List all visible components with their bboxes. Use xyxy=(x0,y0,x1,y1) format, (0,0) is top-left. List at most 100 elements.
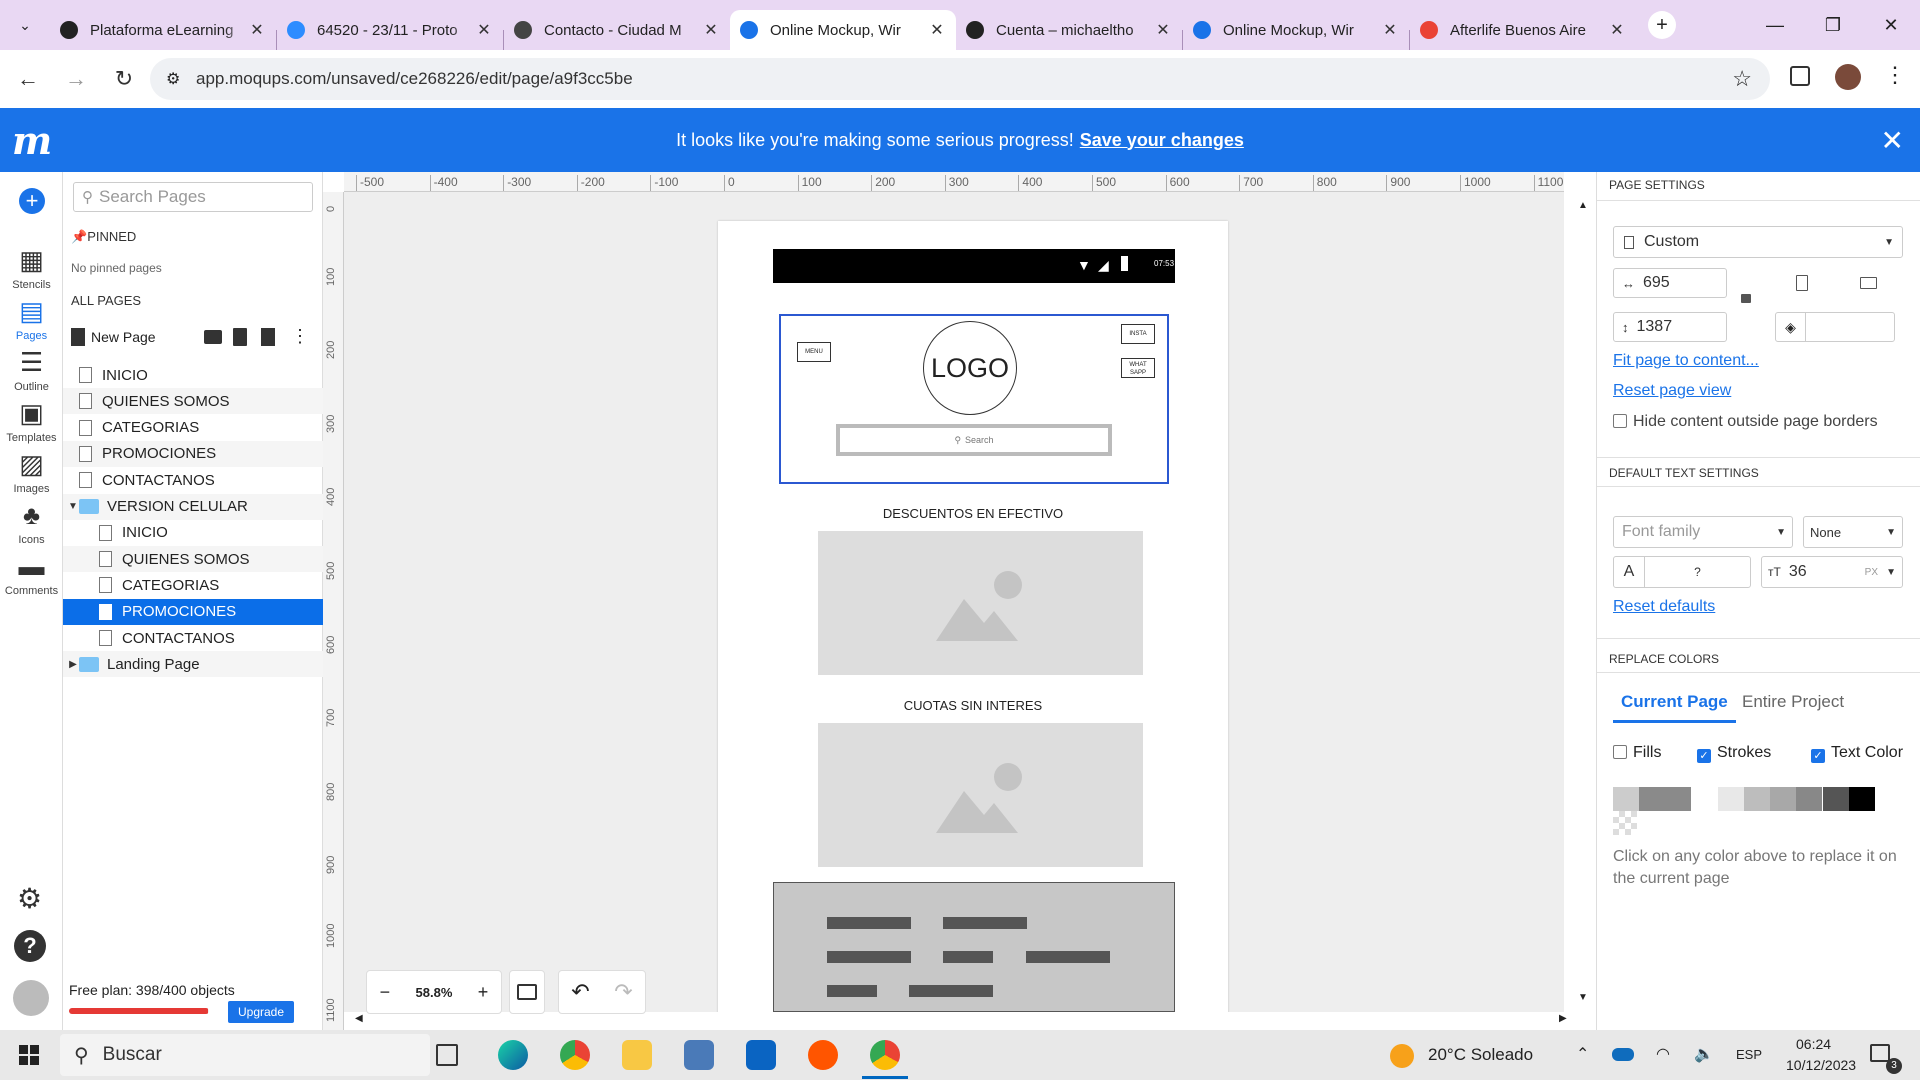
text-color-field[interactable]: A ? xyxy=(1613,556,1751,588)
whatsapp-button[interactable]: WHAT SAPP xyxy=(1121,358,1155,378)
url-text[interactable]: app.moqups.com/unsaved/ce268226/edit/pag… xyxy=(196,69,633,89)
maximize-button[interactable]: ❐ xyxy=(1804,0,1862,50)
omnibox[interactable]: ⚙ app.moqups.com/unsaved/ce268226/edit/p… xyxy=(150,58,1770,100)
browser-tab[interactable]: 64520 - 23/11 - Proto ✕ xyxy=(277,10,503,50)
page-tree-item[interactable]: ▼ VERSION CELULAR xyxy=(63,493,323,520)
browser-tab[interactable]: Online Mockup, Wir ✕ xyxy=(730,10,956,50)
browser-tab[interactable]: Contacto - Ciudad M ✕ xyxy=(504,10,730,50)
font-family-select[interactable]: Font family ▼ xyxy=(1613,516,1793,548)
site-info-icon[interactable]: ⚙ xyxy=(166,69,180,89)
phone-status-bar[interactable]: ▼ ◢ 07:53 xyxy=(773,249,1175,283)
color-swatch[interactable] xyxy=(1796,787,1823,811)
calculator-icon[interactable] xyxy=(684,1040,714,1070)
landscape-icon[interactable] xyxy=(1841,267,1895,299)
tab-close-icon[interactable]: ✕ xyxy=(1381,20,1399,40)
font-style-select[interactable]: None ▼ xyxy=(1803,516,1903,548)
minimize-button[interactable]: — xyxy=(1746,0,1804,50)
close-window-button[interactable]: ✕ xyxy=(1862,0,1920,50)
clock-date[interactable]: 10/12/2023 xyxy=(1786,1057,1856,1073)
reload-button[interactable]: ↻ xyxy=(104,59,144,99)
scroll-left-arrow[interactable]: ◀ xyxy=(355,1013,363,1024)
tab-close-icon[interactable]: ✕ xyxy=(1154,20,1172,40)
rail-pages[interactable]: ▤ Pages xyxy=(0,296,63,342)
color-swatch[interactable] xyxy=(1691,787,1718,811)
insta-button[interactable]: INSTA xyxy=(1121,324,1155,344)
task-view-icon[interactable] xyxy=(436,1044,458,1066)
hide-outside-checkbox[interactable]: Hide content outside page borders xyxy=(1613,413,1878,431)
new-tab-button[interactable]: + xyxy=(1648,11,1676,39)
color-swatch[interactable] xyxy=(1744,787,1770,811)
browser-tab[interactable]: Cuenta – michaeltho ✕ xyxy=(956,10,1182,50)
moqups-logo[interactable]: m xyxy=(12,118,52,163)
settings-icon[interactable]: ⚙ xyxy=(17,882,42,915)
new-page-button[interactable]: New Page xyxy=(71,328,156,346)
reset-page-view-link[interactable]: Reset page view xyxy=(1613,382,1731,400)
add-icon[interactable]: + xyxy=(19,188,45,214)
color-swatch[interactable] xyxy=(1717,787,1744,811)
color-swatch[interactable] xyxy=(1613,787,1639,811)
font-size-field[interactable]: ᴛT 36 PX ▼ xyxy=(1761,556,1903,588)
page-tree-item[interactable]: QUIENES SOMOS xyxy=(63,546,323,573)
rail-icons[interactable]: ♣ Icons xyxy=(0,500,63,546)
volume-icon[interactable]: 🔈 xyxy=(1694,1044,1714,1064)
browser-tab[interactable]: Plataforma eLearning ✕ xyxy=(50,10,276,50)
portrait-icon[interactable] xyxy=(1775,267,1829,299)
edge-icon[interactable] xyxy=(498,1040,528,1070)
image-placeholder-2[interactable] xyxy=(818,723,1143,867)
user-avatar[interactable] xyxy=(13,980,49,1016)
canvas[interactable]: ▼ ◢ 07:53 MENU LOGO INSTA WHAT SAPP ⚲ Sea… xyxy=(344,192,1564,1012)
page-tree-item[interactable]: CONTACTANOS xyxy=(63,467,323,493)
color-swatch[interactable] xyxy=(1770,787,1797,811)
zoom-out-button[interactable]: − xyxy=(380,982,391,1003)
page-tree-item[interactable]: CATEGORIAS xyxy=(63,572,323,598)
rail-outline[interactable]: ☰ Outline xyxy=(0,347,63,393)
notifications-icon[interactable] xyxy=(1870,1044,1890,1062)
upgrade-button[interactable]: Upgrade xyxy=(228,1001,294,1023)
page-tree-item[interactable]: CATEGORIAS xyxy=(63,415,323,441)
color-swatch[interactable] xyxy=(1848,787,1875,811)
onedrive-icon[interactable] xyxy=(1612,1048,1634,1061)
tab-close-icon[interactable]: ✕ xyxy=(475,20,493,40)
page-tree-item[interactable]: CONTACTANOS xyxy=(63,625,323,651)
more-options-icon[interactable]: ⋮ xyxy=(291,326,309,347)
page-tree-item[interactable]: QUIENES SOMOS xyxy=(63,388,323,415)
page-tree-item[interactable]: INICIO xyxy=(63,520,323,546)
footer-block[interactable] xyxy=(773,882,1175,1012)
section-title-cuotas[interactable]: CUOTAS SIN INTERES xyxy=(718,698,1228,713)
menu-button[interactable]: MENU xyxy=(797,342,831,362)
logo-circle[interactable]: LOGO xyxy=(923,321,1017,415)
browser-tab[interactable]: Afterlife Buenos Aire ✕ xyxy=(1410,10,1636,50)
sidepanel-icon[interactable] xyxy=(1790,66,1810,86)
browser-menu-icon[interactable]: ⋮ xyxy=(1884,62,1906,88)
zoom-level[interactable]: 58.8% xyxy=(416,985,453,1000)
mockup-search-field[interactable]: ⚲ Search xyxy=(836,424,1112,456)
tab-close-icon[interactable]: ✕ xyxy=(928,20,946,40)
tab-list-button[interactable]: ⌄ xyxy=(0,17,50,34)
image-placeholder-1[interactable] xyxy=(818,531,1143,675)
profile-avatar[interactable] xyxy=(1835,64,1861,90)
fill-color-picker[interactable]: ◈ xyxy=(1775,312,1895,342)
page-tree-item[interactable]: PROMOCIONES xyxy=(63,440,323,467)
tab-current-page[interactable]: Current Page xyxy=(1613,692,1736,723)
page-size-select[interactable]: Custom ▼ xyxy=(1613,226,1903,258)
expand-down-icon[interactable]: ▼ xyxy=(67,501,79,512)
browser-tab[interactable]: Online Mockup, Wir ✕ xyxy=(1183,10,1409,50)
rail-comments[interactable]: ▬ Comments xyxy=(0,551,63,597)
duplicate-icon[interactable] xyxy=(261,328,275,346)
rail-templates[interactable]: ▣ Templates xyxy=(0,398,63,444)
close-icon[interactable]: ✕ xyxy=(1881,124,1904,157)
chrome-icon[interactable] xyxy=(560,1040,590,1070)
undo-icon[interactable]: ↶ xyxy=(571,979,589,1005)
weather-text[interactable]: 20°C Soleado xyxy=(1428,1045,1533,1065)
soundcloud-icon[interactable] xyxy=(808,1040,838,1070)
page-height-input[interactable]: ↕ 1387 xyxy=(1613,312,1727,342)
scroll-down-arrow[interactable]: ▼ xyxy=(1578,992,1588,1003)
rail-images[interactable]: ▨ Images xyxy=(0,449,63,495)
chrome-active-icon[interactable] xyxy=(870,1040,900,1070)
rail-stencils[interactable]: ▦ Stencils xyxy=(0,245,63,291)
mockup-page[interactable]: ▼ ◢ 07:53 MENU LOGO INSTA WHAT SAPP ⚲ Sea… xyxy=(718,221,1228,1012)
help-icon[interactable]: ? xyxy=(14,930,46,962)
color-swatch[interactable] xyxy=(1639,787,1666,811)
clock-time[interactable]: 06:24 xyxy=(1796,1036,1831,1052)
page-width-input[interactable]: ↔ 695 xyxy=(1613,268,1727,298)
